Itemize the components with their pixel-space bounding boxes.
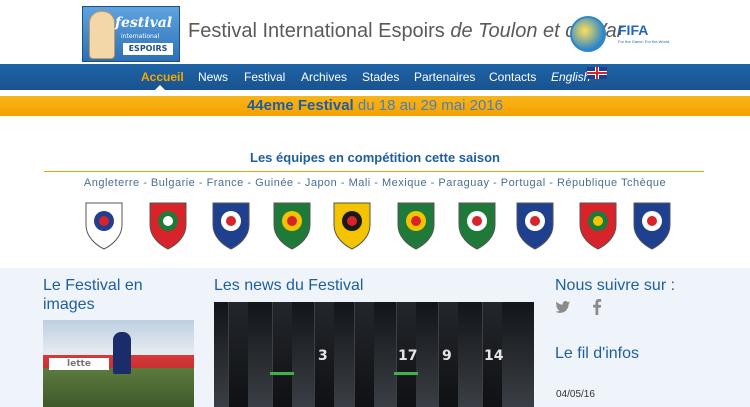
mexico-crest-shape <box>458 202 496 250</box>
guinea-crest-shape <box>273 202 311 250</box>
guinea-crest-icon[interactable] <box>270 199 314 251</box>
mali-crest-shape <box>397 202 435 250</box>
festival-images-title[interactable]: Le Festival en images <box>43 276 183 314</box>
facebook-icon[interactable] <box>589 299 605 315</box>
bulgaria-crest-icon[interactable] <box>146 199 190 251</box>
mexico-crest-icon[interactable] <box>455 199 499 251</box>
fifa-text: FIFA <box>618 22 649 38</box>
logo-mascot <box>89 11 115 59</box>
site-title-main: Festival International Espoirs <box>188 20 451 42</box>
festival-dates-banner: 44eme Festival du 18 au 29 mai 2016 <box>0 96 750 116</box>
festival-image[interactable]: lette <box>43 320 194 407</box>
jersey-number: 3 <box>318 348 328 364</box>
site-header: festival international ESPOIRS Festival … <box>0 0 750 64</box>
portugal-crest-icon[interactable] <box>576 199 620 251</box>
nav-item-news[interactable]: News <box>198 64 228 90</box>
site-title: Festival International Espoirs de Toulon… <box>188 20 623 43</box>
fifa-logo[interactable]: FIFA For the Game. For the World. <box>618 22 670 44</box>
nav-item-english[interactable]: English <box>551 64 590 90</box>
news-image[interactable]: 3 17 9 14 <box>214 302 534 407</box>
active-nav-caret-icon <box>155 85 165 90</box>
jersey-number: 17 <box>398 348 418 364</box>
feed-date: 04/05/16 <box>556 389 595 400</box>
banner-dates: du 18 au 29 mai 2016 <box>353 97 504 114</box>
follow-title: Nous suivre sur : <box>555 277 676 294</box>
nav-item-partenaires[interactable]: Partenaires <box>414 64 475 90</box>
teams-divider <box>44 171 704 172</box>
stadium-ad-board: lette <box>49 358 109 370</box>
main-nav: Accueil News Festival Archives Stades Pa… <box>0 64 750 90</box>
teams-list: Angleterre - Bulgarie - France - Guinée … <box>83 177 667 189</box>
jersey-number: 9 <box>442 348 452 364</box>
france-crest-icon[interactable] <box>209 199 253 251</box>
nav-item-stades[interactable]: Stades <box>362 64 399 90</box>
paraguay-crest-icon[interactable] <box>513 199 557 251</box>
teams-title: Les équipes en compétition cette saison <box>250 150 500 165</box>
festival-logo[interactable]: festival international ESPOIRS <box>82 6 180 62</box>
bulgaria-crest-shape <box>149 202 187 250</box>
czech-republic-crest-shape <box>633 202 671 250</box>
nav-item-festival[interactable]: Festival <box>244 64 285 90</box>
cup-logo[interactable] <box>570 16 606 52</box>
japan-crest-icon[interactable] <box>330 199 374 251</box>
portugal-crest-shape <box>579 202 617 250</box>
paraguay-crest-shape <box>516 202 554 250</box>
england-crest-icon[interactable] <box>82 199 126 251</box>
logo-sub-text: international <box>121 33 160 40</box>
jersey-number: 14 <box>484 348 504 364</box>
nav-item-archives[interactable]: Archives <box>301 64 347 90</box>
japan-crest-shape <box>333 202 371 250</box>
logo-espoirs-text: ESPOIRS <box>123 43 173 55</box>
twitter-icon[interactable] <box>555 299 571 315</box>
nav-item-contacts[interactable]: Contacts <box>489 64 536 90</box>
czech-republic-crest-icon[interactable] <box>630 199 674 251</box>
news-title[interactable]: Les news du Festival <box>214 276 363 295</box>
fifa-tagline: For the Game. For the World. <box>618 39 671 44</box>
france-crest-shape <box>212 202 250 250</box>
mali-crest-icon[interactable] <box>394 199 438 251</box>
england-crest-shape <box>85 202 123 250</box>
player-figure <box>113 332 131 374</box>
banner-edition: 44eme Festival <box>246 97 354 114</box>
uk-flag-icon[interactable] <box>587 67 607 79</box>
logo-script-text: festival <box>115 15 173 31</box>
news-feed-title: Le fil d'infos <box>555 345 639 362</box>
